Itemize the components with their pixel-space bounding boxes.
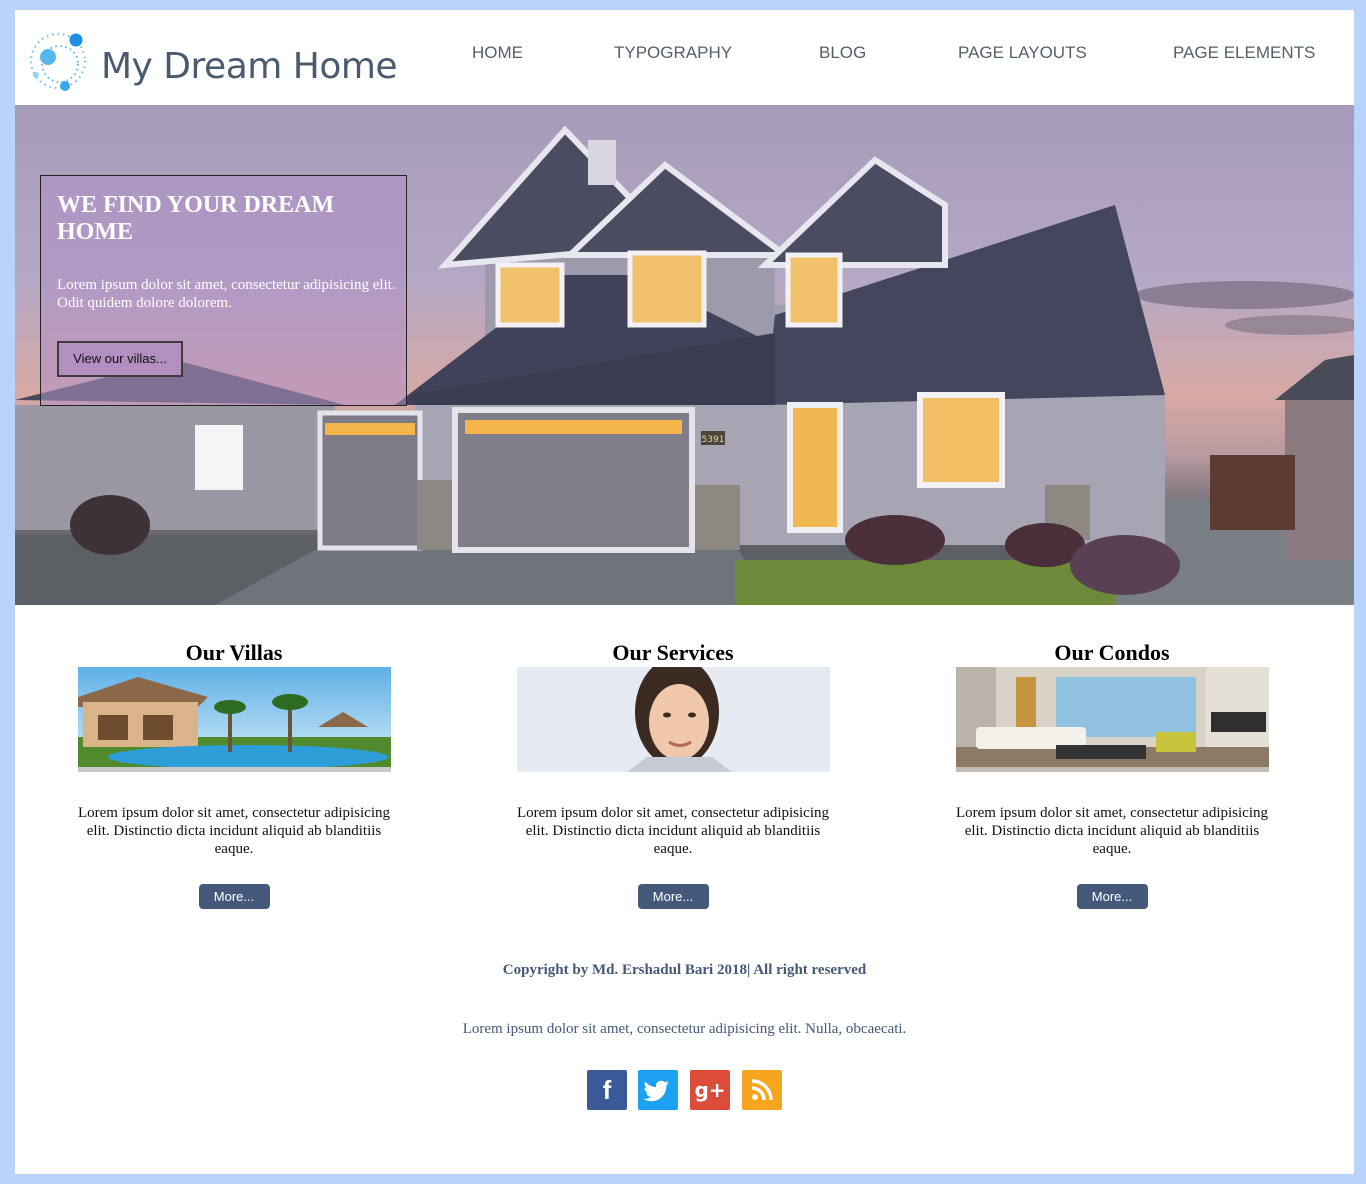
hero-caption-box: WE FIND YOUR DREAM HOME Lorem ipsum dolo… xyxy=(40,175,407,406)
main-nav: HOME TYPOGRAPHY BLOG PAGE LAYOUTS PAGE E… xyxy=(15,43,1354,67)
villa-image xyxy=(77,667,391,772)
card-villas: Our Villas Lorem ipsum dolor sit amet, c… xyxy=(77,640,391,909)
card-title: Our Condos xyxy=(1054,640,1170,665)
nav-page-elements[interactable]: PAGE ELEMENTS xyxy=(1173,43,1315,63)
condos-more-button[interactable]: More... xyxy=(1076,884,1148,909)
hero-banner: 5391 WE FIND YOUR DREAM HOME Lorem ipsum… xyxy=(15,105,1354,605)
house-number: 5391 xyxy=(702,435,725,445)
card-text: Lorem ipsum dolor sit amet, consectetur … xyxy=(516,805,829,857)
services-image xyxy=(516,667,830,772)
twitter-bird-icon xyxy=(643,1080,669,1102)
nav-blog[interactable]: BLOG xyxy=(819,43,866,63)
card-services: Our Services Lorem ipsum dolor sit amet,… xyxy=(516,640,830,909)
nav-page-layouts[interactable]: PAGE LAYOUTS xyxy=(958,43,1087,63)
rss-feed-icon xyxy=(751,1079,773,1101)
card-text: Lorem ipsum dolor sit amet, consectetur … xyxy=(955,805,1268,857)
services-more-button[interactable]: More... xyxy=(637,884,709,909)
site-header: My Dream Home HOME TYPOGRAPHY BLOG PAGE … xyxy=(15,10,1354,105)
google-plus-icon[interactable]: g+ xyxy=(690,1070,730,1110)
footer-text: Lorem ipsum dolor sit amet, consectetur … xyxy=(462,1021,907,1037)
copyright-text: Copyright by Md. Ershadul Bari 2018| All… xyxy=(502,962,867,978)
condo-image xyxy=(955,667,1269,772)
card-condos: Our Condos Lorem ipsum dolor sit amet, c… xyxy=(955,640,1269,909)
page: My Dream Home HOME TYPOGRAPHY BLOG PAGE … xyxy=(15,10,1354,1174)
social-links: f g+ xyxy=(587,1070,787,1111)
hero-text: Lorem ipsum dolor sit amet, consectetur … xyxy=(57,277,396,311)
hero-title: WE FIND YOUR DREAM HOME xyxy=(57,192,335,245)
nav-home[interactable]: HOME xyxy=(472,43,523,63)
facebook-icon[interactable]: f xyxy=(587,1070,627,1110)
card-title: Our Villas xyxy=(185,640,283,665)
rss-icon[interactable] xyxy=(742,1070,782,1110)
villas-more-button[interactable]: More... xyxy=(198,884,270,909)
view-villas-button[interactable]: View our villas... xyxy=(57,341,183,377)
card-text: Lorem ipsum dolor sit amet, consectetur … xyxy=(77,805,390,857)
twitter-icon[interactable] xyxy=(638,1070,678,1110)
nav-typography[interactable]: TYPOGRAPHY xyxy=(614,43,732,63)
card-title: Our Services xyxy=(612,640,734,665)
